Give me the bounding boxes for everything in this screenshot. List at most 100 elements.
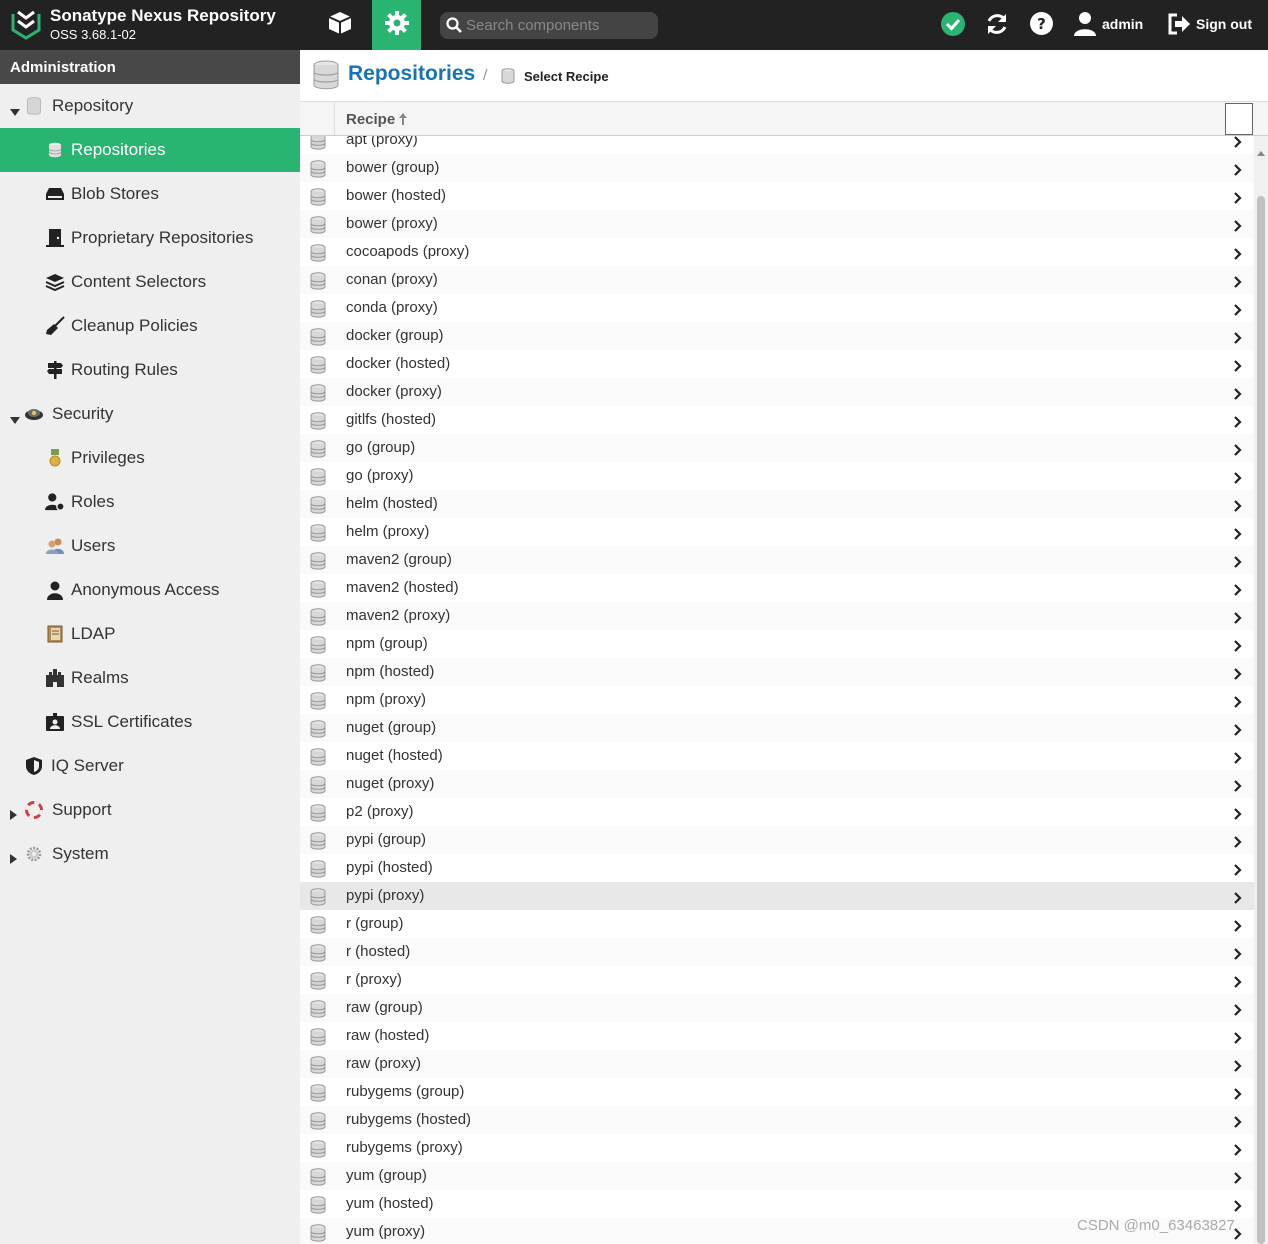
breadcrumb-repositories-link[interactable]: Repositories — [348, 62, 475, 86]
recipe-label: helm (proxy) — [346, 523, 430, 540]
database-icon — [310, 244, 326, 266]
recipe-row[interactable]: go (proxy) — [300, 462, 1254, 490]
sidebar-item-roles[interactable]: Roles — [0, 480, 300, 524]
recipe-label: npm (hosted) — [346, 663, 435, 680]
database-icon — [24, 96, 44, 116]
search-input[interactable] — [466, 14, 651, 36]
recipe-row[interactable]: nuget (proxy) — [300, 770, 1254, 798]
database-icon — [45, 140, 65, 160]
recipe-row[interactable]: npm (group) — [300, 630, 1254, 658]
caret-right-icon[interactable] — [10, 805, 20, 820]
sidebar-item-realms[interactable]: Realms — [0, 656, 300, 700]
sidebar-item-routing-rules[interactable]: Routing Rules — [0, 348, 300, 392]
recipe-row[interactable]: pypi (hosted) — [300, 854, 1254, 882]
recipe-label: apt (proxy) — [346, 136, 418, 148]
recipe-row[interactable]: raw (proxy) — [300, 1050, 1254, 1078]
column-menu-button[interactable] — [1225, 103, 1253, 135]
recipe-row[interactable]: nuget (hosted) — [300, 742, 1254, 770]
recipe-label: rubygems (proxy) — [346, 1139, 463, 1156]
recipe-row[interactable]: rubygems (proxy) — [300, 1134, 1254, 1162]
recipe-row[interactable]: raw (hosted) — [300, 1022, 1254, 1050]
sidebar-item-ssl-certificates[interactable]: SSL Certificates — [0, 700, 300, 744]
status-ok-icon[interactable] — [940, 11, 966, 41]
recipe-row[interactable]: p2 (proxy) — [300, 798, 1254, 826]
recipe-row[interactable]: pypi (proxy) — [300, 882, 1254, 910]
recipe-row[interactable]: gitlfs (hosted) — [300, 406, 1254, 434]
recipe-row[interactable]: maven2 (group) — [300, 546, 1254, 574]
sidebar-item-system[interactable]: System — [0, 832, 300, 876]
recipe-row[interactable]: docker (group) — [300, 322, 1254, 350]
recipe-column-header[interactable]: Recipe — [346, 111, 395, 128]
sidebar-item-users[interactable]: Users — [0, 524, 300, 568]
recipe-label: bower (group) — [346, 159, 440, 176]
scroll-up-arrow-icon[interactable] — [1257, 142, 1265, 160]
sign-out-icon[interactable] — [1167, 13, 1191, 39]
sidebar-item-iq-server[interactable]: IQ Server — [0, 744, 300, 788]
recipe-row[interactable]: bower (proxy) — [300, 210, 1254, 238]
database-icon — [310, 160, 326, 182]
scrollbar[interactable] — [1254, 136, 1268, 1244]
recipe-row[interactable]: go (group) — [300, 434, 1254, 462]
sidebar-item-anonymous-access[interactable]: Anonymous Access — [0, 568, 300, 612]
sidebar-item-repositories[interactable]: Repositories — [0, 128, 300, 172]
recipe-row[interactable]: npm (proxy) — [300, 686, 1254, 714]
recipe-label: pypi (hosted) — [346, 859, 433, 876]
svg-text:?: ? — [1037, 15, 1046, 33]
sidebar-item-blob-stores[interactable]: Blob Stores — [0, 172, 300, 216]
recipe-row[interactable]: helm (hosted) — [300, 490, 1254, 518]
caret-right-icon[interactable] — [10, 849, 20, 864]
recipe-row[interactable]: conda (proxy) — [300, 294, 1254, 322]
recipe-row[interactable]: r (proxy) — [300, 966, 1254, 994]
recipe-row[interactable]: npm (hosted) — [300, 658, 1254, 686]
recipe-row[interactable]: bower (hosted) — [300, 182, 1254, 210]
user-label[interactable]: admin — [1102, 16, 1143, 32]
recipe-row[interactable]: helm (proxy) — [300, 518, 1254, 546]
browse-button[interactable] — [315, 0, 364, 50]
cube-icon — [327, 10, 353, 40]
recipe-row[interactable]: bower (group) — [300, 154, 1254, 182]
sidebar-item-label: Content Selectors — [71, 272, 207, 291]
sort-ascending-icon[interactable] — [398, 112, 408, 130]
search-box[interactable] — [440, 12, 658, 39]
recipe-row[interactable]: r (group) — [300, 910, 1254, 938]
recipe-row[interactable]: docker (hosted) — [300, 350, 1254, 378]
sign-out-label[interactable]: Sign out — [1196, 16, 1252, 32]
sidebar-item-ldap[interactable]: LDAP — [0, 612, 300, 656]
sidebar-item-label: LDAP — [71, 624, 116, 643]
recipe-row[interactable]: cocoapods (proxy) — [300, 238, 1254, 266]
database-icon — [310, 188, 326, 210]
administration-button[interactable] — [372, 0, 421, 50]
recipe-row[interactable]: yum (group) — [300, 1162, 1254, 1190]
sidebar-item-proprietary-repositories[interactable]: Proprietary Repositories — [0, 216, 300, 260]
recipe-row[interactable]: r (hosted) — [300, 938, 1254, 966]
sidebar-item-privileges[interactable]: Privileges — [0, 436, 300, 480]
recipe-row[interactable]: raw (group) — [300, 994, 1254, 1022]
sidebar-item-support[interactable]: Support — [0, 788, 300, 832]
recipe-row[interactable]: conan (proxy) — [300, 266, 1254, 294]
sidebar-item-label: Privileges — [71, 448, 145, 467]
recipe-row[interactable]: rubygems (hosted) — [300, 1106, 1254, 1134]
chevron-right-icon — [1234, 470, 1242, 488]
recipe-row[interactable]: rubygems (group) — [300, 1078, 1254, 1106]
help-icon[interactable]: ? — [1029, 11, 1054, 40]
refresh-icon[interactable] — [984, 11, 1010, 41]
recipe-row[interactable]: pypi (group) — [300, 826, 1254, 854]
sidebar-item-cleanup-policies[interactable]: Cleanup Policies — [0, 304, 300, 348]
sidebar-item-security[interactable]: Security — [0, 392, 300, 436]
chevron-right-icon — [1234, 918, 1242, 936]
recipe-row[interactable]: yum (hosted) — [300, 1190, 1254, 1218]
sidebar-item-repository[interactable]: Repository — [0, 84, 300, 128]
recipe-row[interactable]: apt (proxy) — [300, 136, 1254, 154]
database-icon — [310, 608, 326, 630]
scroll-thumb[interactable] — [1257, 196, 1265, 1244]
user-icon[interactable] — [1073, 11, 1097, 41]
recipe-row[interactable]: maven2 (hosted) — [300, 574, 1254, 602]
caret-down-icon[interactable] — [10, 410, 20, 424]
database-icon — [310, 1168, 326, 1190]
recipe-row[interactable]: docker (proxy) — [300, 378, 1254, 406]
recipe-label: helm (hosted) — [346, 495, 438, 512]
recipe-row[interactable]: nuget (group) — [300, 714, 1254, 742]
recipe-row[interactable]: maven2 (proxy) — [300, 602, 1254, 630]
sidebar-item-content-selectors[interactable]: Content Selectors — [0, 260, 300, 304]
caret-down-icon[interactable] — [10, 102, 20, 116]
